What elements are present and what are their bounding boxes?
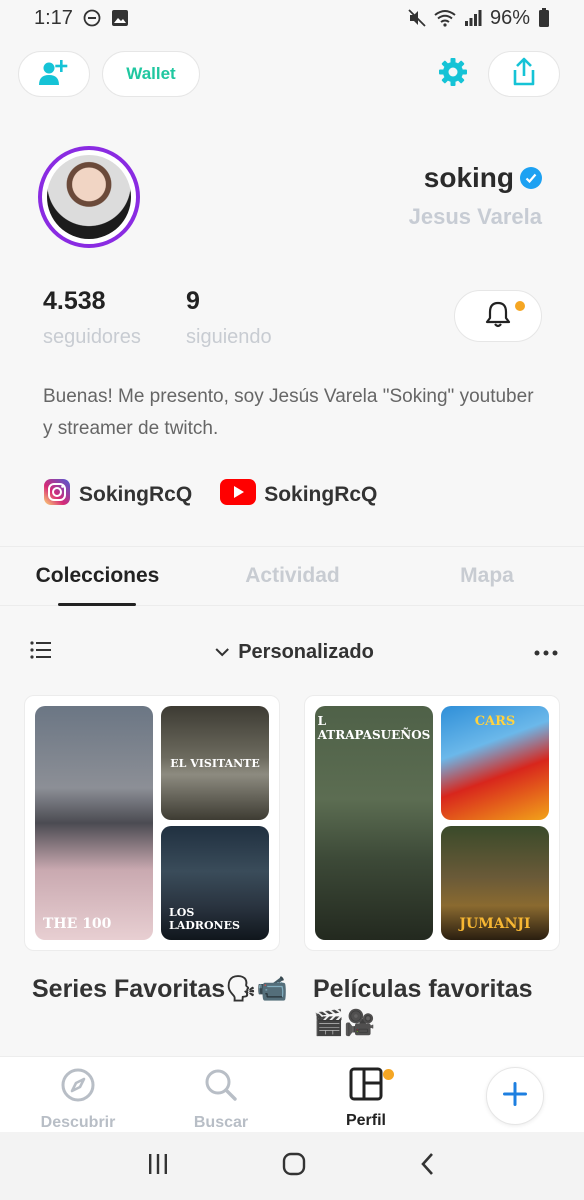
real-name: Jesus Varela xyxy=(408,204,542,229)
poster-image: JUMANJI xyxy=(441,826,549,940)
followers-label: seguidores xyxy=(43,326,141,348)
poster-title: JUMANJI xyxy=(441,826,549,940)
home-button[interactable] xyxy=(281,1151,307,1182)
wifi-icon xyxy=(434,9,456,27)
bottom-nav: Descubrir Buscar Perfil xyxy=(0,1056,584,1132)
collection-card-peliculas[interactable]: L ATRAPASUEÑOS CARS JUMANJI xyxy=(304,695,560,951)
status-bar: 1:17 96% xyxy=(0,0,584,36)
wallet-button[interactable]: Wallet xyxy=(102,51,200,97)
gallery-icon xyxy=(111,9,129,27)
nav-label: Buscar xyxy=(193,1114,249,1131)
chevron-down-icon xyxy=(214,641,230,664)
battery-percent: 96% xyxy=(489,6,530,29)
add-user-icon xyxy=(38,57,70,92)
nav-label: Descubrir xyxy=(40,1114,116,1131)
following-label: siguiendo xyxy=(186,326,272,348)
collection-title[interactable]: Series Favoritas🗣📹 xyxy=(32,972,292,1006)
verified-badge-icon xyxy=(520,167,542,189)
youtube-link[interactable]: SokingRcQ xyxy=(220,479,377,511)
system-nav-bar xyxy=(0,1132,584,1200)
tab-actividad[interactable]: Actividad xyxy=(195,547,390,605)
battery-icon xyxy=(538,8,550,28)
mute-icon xyxy=(408,9,426,27)
profile-grid-icon xyxy=(349,1067,383,1106)
instagram-handle: SokingRcQ xyxy=(79,483,193,506)
followers-count: 4.538 xyxy=(43,287,106,315)
share-button[interactable] xyxy=(488,51,560,97)
poster-image: THE 100 xyxy=(35,706,153,940)
youtube-icon xyxy=(220,479,257,511)
username-text: soking xyxy=(423,162,514,193)
poster-title: THE 100 xyxy=(35,706,153,940)
tab-colecciones[interactable]: Colecciones xyxy=(0,547,195,606)
gear-icon xyxy=(438,57,468,92)
poster-image: EL VISITANTE xyxy=(161,706,269,820)
notification-dot xyxy=(515,301,525,311)
tab-mapa[interactable]: Mapa xyxy=(390,547,584,605)
compass-icon xyxy=(60,1067,96,1108)
following-stat[interactable]: 9 siguiendo xyxy=(186,287,272,349)
poster-title: L ATRAPASUEÑOS xyxy=(315,706,433,940)
sort-dropdown[interactable]: Personalizado xyxy=(214,641,374,664)
notifications-button[interactable] xyxy=(454,290,542,342)
collection-card-series[interactable]: THE 100 EL VISITANTE LOS LADRONES xyxy=(24,695,280,951)
do-not-disturb-icon xyxy=(83,9,101,27)
nav-label: Perfil xyxy=(345,1112,386,1129)
poster-title: EL VISITANTE xyxy=(161,706,269,820)
signal-icon xyxy=(464,9,482,27)
search-icon xyxy=(203,1067,239,1108)
recent-apps-button[interactable] xyxy=(146,1152,170,1181)
plus-icon xyxy=(502,1081,528,1112)
bell-icon xyxy=(485,300,511,333)
social-links: SokingRcQ SokingRcQ xyxy=(43,478,377,512)
nav-descubrir[interactable]: Descubrir xyxy=(28,1067,128,1132)
add-button[interactable] xyxy=(486,1067,544,1125)
avatar-image xyxy=(47,155,131,239)
poster-image: LOS LADRONES xyxy=(161,826,269,940)
more-options-button[interactable] xyxy=(534,643,558,661)
sort-label: Personalizado xyxy=(238,640,374,663)
nav-buscar[interactable]: Buscar xyxy=(171,1067,271,1132)
instagram-icon xyxy=(43,478,71,512)
username: soking xyxy=(424,162,542,194)
profile-tabs: Colecciones Actividad Mapa xyxy=(0,546,584,606)
poster-image: CARS xyxy=(441,706,549,820)
list-view-button[interactable] xyxy=(30,640,52,665)
poster-image: L ATRAPASUEÑOS xyxy=(315,706,433,940)
settings-button[interactable] xyxy=(430,51,476,97)
nav-perfil[interactable]: Perfil xyxy=(316,1067,416,1130)
sort-bar: Personalizado xyxy=(30,632,558,672)
poster-title: CARS xyxy=(441,706,549,820)
status-time: 1:17 xyxy=(34,6,73,29)
top-action-bar: Wallet xyxy=(18,50,560,98)
instagram-link[interactable]: SokingRcQ xyxy=(43,478,192,512)
add-user-button[interactable] xyxy=(18,51,90,97)
notification-dot xyxy=(383,1069,394,1080)
back-button[interactable] xyxy=(418,1151,438,1182)
avatar[interactable] xyxy=(38,146,140,248)
youtube-handle: SokingRcQ xyxy=(264,483,378,506)
following-count: 9 xyxy=(186,287,200,315)
share-icon xyxy=(511,57,537,92)
collection-title[interactable]: Películas favoritas 🎬🎥 xyxy=(313,972,563,1040)
poster-title: LOS LADRONES xyxy=(161,826,269,940)
bio: Buenas! Me presento, soy Jesús Varela "S… xyxy=(43,386,534,439)
followers-stat[interactable]: 4.538 seguidores xyxy=(43,287,141,349)
